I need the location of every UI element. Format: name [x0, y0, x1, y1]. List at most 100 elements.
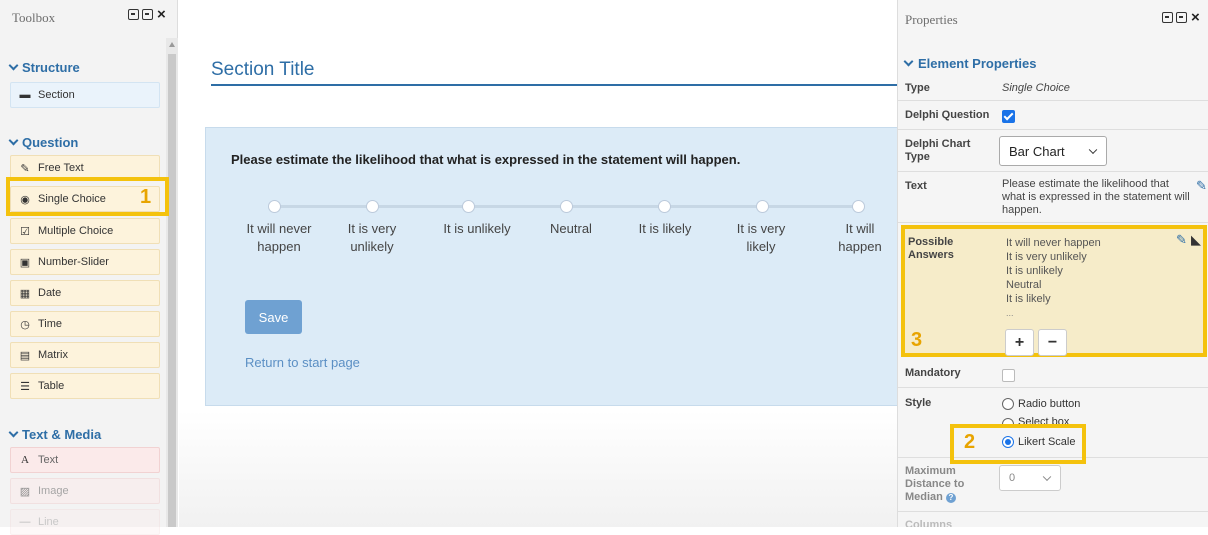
prop-text-label: Text — [905, 180, 927, 192]
toolbox-item-label: Image — [38, 485, 69, 497]
style-option-clipped: Select box — [998, 416, 1118, 424]
style-radio-radio-button[interactable] — [1002, 398, 1014, 410]
prop-type-value: Single Choice — [1002, 82, 1070, 94]
minimize-icon[interactable] — [1162, 12, 1173, 23]
prop-mandatory-label: Mandatory — [905, 367, 961, 379]
info-icon[interactable]: ? — [945, 493, 956, 503]
toolbox-item-multiple-choice[interactable]: ☑ Multiple Choice — [10, 218, 160, 244]
prop-delphi-chart-type-label: Delphi Chart Type — [905, 138, 971, 163]
group-text-media-label: Text & Media — [22, 427, 102, 442]
toolbox-item-image[interactable]: ▨ Image — [10, 478, 160, 504]
prop-row-mandatory: Mandatory — [898, 361, 1208, 388]
question-text: Please estimate the likelihood that what… — [231, 152, 741, 167]
prop-row-delphi-chart-type: Delphi Chart Type Bar Chart — [898, 130, 1208, 172]
survey-canvas: Section Title Please estimate the likeli… — [179, 0, 897, 527]
collapse-icon[interactable] — [142, 9, 153, 20]
style-option-label: Likert Scale — [1018, 436, 1076, 448]
toolbox-item-label: Text — [38, 454, 59, 466]
likert-radio[interactable] — [268, 200, 281, 213]
group-text-media[interactable]: Text & Media — [8, 427, 102, 442]
answer-line: It is very unlikely — [1006, 251, 1087, 263]
prop-columns-label: Columns — [905, 519, 953, 527]
collapse-icon[interactable] — [1176, 12, 1187, 23]
group-structure[interactable]: Structure — [8, 60, 80, 75]
remove-answer-button[interactable]: − — [1038, 329, 1067, 356]
calendar-icon: ▦ — [19, 287, 31, 300]
prop-type-label: Type — [905, 82, 930, 94]
add-answer-button[interactable]: + — [1005, 329, 1034, 356]
toolbox-item-number-slider[interactable]: ▣ Number-Slider — [10, 249, 160, 275]
select-value: Bar Chart — [1009, 143, 1065, 159]
likert-option-label: It will never happen — [246, 221, 312, 254]
toolbox-item-table[interactable]: ☰ Table — [10, 373, 160, 399]
answer-line: It will never happen — [1006, 237, 1101, 249]
max-distance-select[interactable]: 0 — [999, 465, 1061, 491]
callout-number-2: 2 — [964, 431, 976, 453]
scroll-up-icon[interactable] — [169, 42, 175, 47]
toolbox-item-time[interactable]: ◷ Time — [10, 311, 160, 337]
toolbox-item-text[interactable]: A Text — [10, 447, 160, 473]
minimize-icon[interactable] — [128, 9, 139, 20]
prop-text-value[interactable]: Please estimate the likelihood that what… — [1002, 178, 1192, 217]
likert-radio[interactable] — [366, 200, 379, 213]
prop-row-columns: Columns — [898, 512, 1208, 527]
prop-delphi-question-label: Delphi Question — [905, 109, 990, 121]
style-radio-likert-scale[interactable] — [1002, 436, 1014, 448]
element-properties-label: Element Properties — [918, 56, 1037, 71]
close-icon[interactable]: × — [1191, 10, 1200, 25]
likert-radio[interactable] — [462, 200, 475, 213]
toolbox-item-section[interactable]: ▬ Section — [10, 82, 160, 108]
edit-pencil-icon[interactable]: ✎ — [1196, 178, 1207, 194]
tag-icon[interactable]: ◣ — [1191, 232, 1201, 248]
save-button[interactable]: Save — [245, 300, 302, 334]
toolbox-scrollbar[interactable] — [166, 38, 178, 527]
section-title[interactable]: Section Title — [211, 59, 315, 81]
prop-row-possible-answers: Possible Answers It will never happen It… — [901, 225, 1207, 357]
likert-radio[interactable] — [658, 200, 671, 213]
chevron-down-icon — [8, 135, 19, 146]
edit-pencil-icon[interactable]: ✎ — [1176, 232, 1187, 248]
callout-number-1: 1 — [140, 186, 152, 208]
likert-radio[interactable] — [756, 200, 769, 213]
toolbox-item-label: Line — [38, 516, 59, 528]
close-icon[interactable]: × — [157, 7, 166, 22]
toolbox-item-label: Time — [38, 318, 63, 330]
prop-row-max-distance: Maximum Distance to Median ? 0 — [898, 458, 1208, 512]
properties-window-controls: × — [1162, 10, 1200, 25]
toolbox-window-controls: × — [128, 7, 166, 22]
matrix-icon: ▤ — [19, 349, 31, 362]
toolbox-item-label: Date — [38, 287, 62, 299]
toolbox-item-date[interactable]: ▦ Date — [10, 280, 160, 306]
toolbox-item-label: Multiple Choice — [38, 225, 114, 237]
line-icon: — — [19, 516, 31, 528]
question-card[interactable]: Please estimate the likelihood that what… — [205, 127, 897, 406]
prop-possible-answers-label: Possible Answers — [908, 236, 954, 261]
prop-row-delphi-question: Delphi Question — [898, 101, 1208, 130]
mandatory-checkbox[interactable] — [1002, 369, 1015, 382]
likert-option-label: It is likely — [638, 221, 692, 236]
checkbox-icon: ☑ — [20, 225, 30, 238]
prop-style-label: Style — [905, 397, 932, 409]
toolbox-item-matrix[interactable]: ▤ Matrix — [10, 342, 160, 368]
group-question[interactable]: Question — [8, 135, 78, 150]
return-to-start-link[interactable]: Return to start page — [245, 355, 360, 370]
likert-option-label: It will happen — [838, 221, 882, 254]
image-icon: ▨ — [19, 485, 31, 498]
likert-option-label: It is very likely — [736, 221, 786, 254]
scrollbar-thumb[interactable] — [168, 54, 176, 527]
answer-line: It is likely — [1006, 293, 1051, 305]
delphi-question-checkbox[interactable] — [1002, 110, 1015, 123]
folder-icon: ▬ — [19, 89, 31, 101]
clock-icon: ◷ — [20, 318, 30, 331]
likert-radio[interactable] — [852, 200, 865, 213]
answer-line: Neutral — [1006, 279, 1042, 291]
toolbox-panel: Toolbox × Structure ▬ Section Question ✎… — [0, 0, 178, 535]
properties-title: Properties — [905, 12, 958, 27]
toolbox-item-line[interactable]: — Line — [10, 509, 160, 535]
likert-radio[interactable] — [560, 200, 573, 213]
section-title-rule — [211, 84, 897, 86]
delphi-chart-type-select[interactable]: Bar Chart — [999, 136, 1107, 166]
toolbox-title: Toolbox — [12, 10, 56, 25]
answer-line: ... — [1006, 308, 1014, 318]
element-properties-header[interactable]: Element Properties — [903, 56, 1037, 71]
